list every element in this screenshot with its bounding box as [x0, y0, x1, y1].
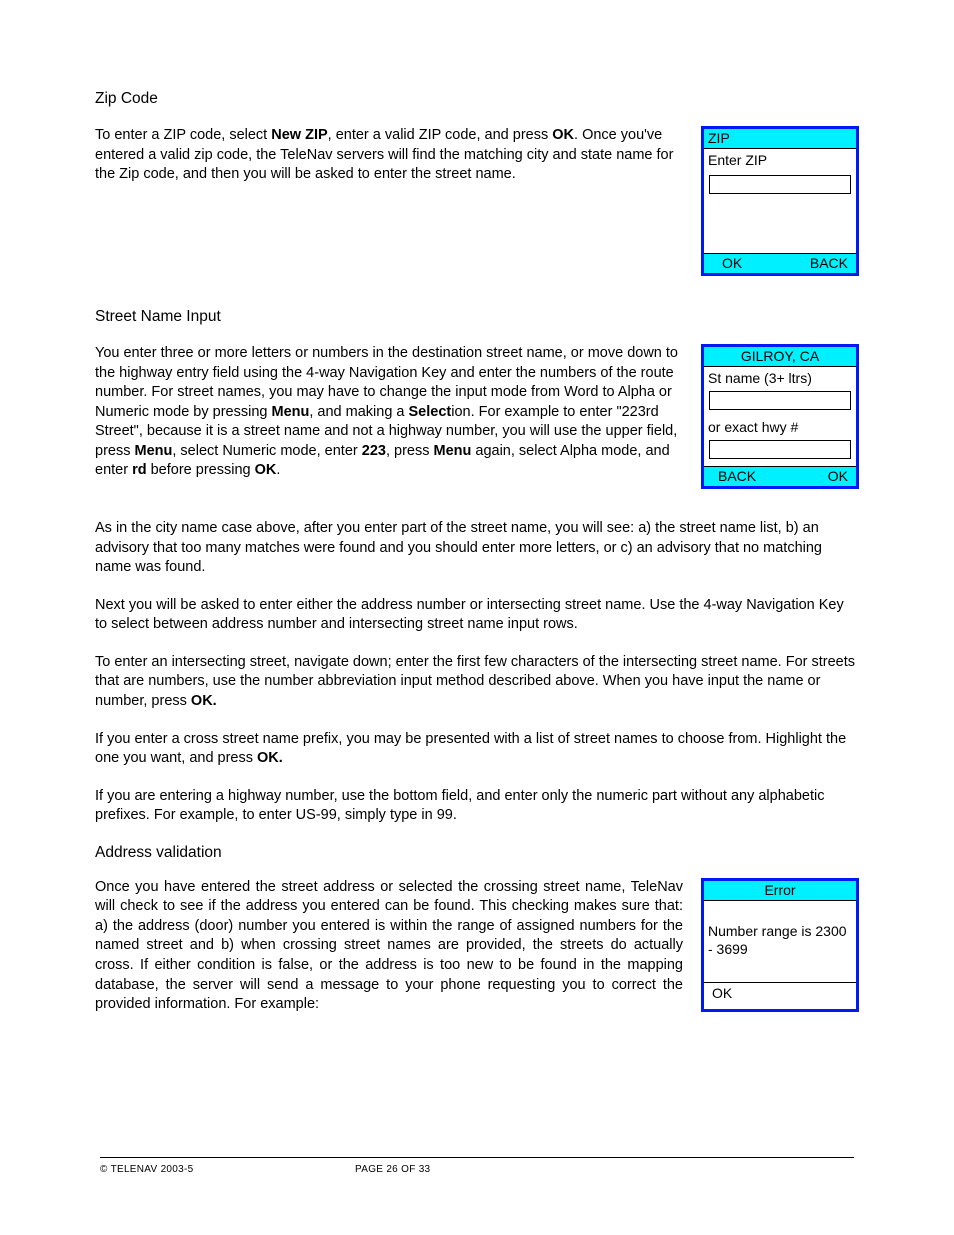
paragraph: To enter an intersecting street, navigat… — [95, 653, 859, 712]
phone-title: GILROY, CA — [704, 347, 856, 367]
phone-mock-street: GILROY, CA St name (3+ ltrs) or exact hw… — [701, 344, 859, 489]
document-page: Zip Code To enter a ZIP code, select New… — [0, 0, 954, 1235]
heading-street: Street Name Input — [95, 308, 859, 326]
phone-ok-button[interactable]: OK — [704, 982, 856, 1009]
text: , and making a — [309, 404, 408, 420]
bold: Menu — [434, 443, 472, 459]
bold: Select — [409, 404, 452, 420]
footer-page-number: PAGE 26 OF 33 — [355, 1164, 430, 1175]
bold: Menu — [272, 404, 310, 420]
phone-title: ZIP — [704, 129, 856, 149]
row-zip: To enter a ZIP code, select New ZIP, ent… — [95, 126, 859, 276]
phone-ok-button[interactable]: OK — [722, 255, 742, 271]
paragraph-street: You enter three or more letters or numbe… — [95, 344, 683, 481]
phone-label: or exact hwy # — [704, 415, 856, 439]
phone-input-hwy[interactable] — [709, 440, 851, 459]
bold: OK — [552, 127, 574, 143]
bold: New ZIP — [271, 127, 327, 143]
paragraph: Next you will be asked to enter either t… — [95, 596, 859, 635]
phone-label: St name (3+ ltrs) — [704, 367, 856, 390]
paragraph: If you are entering a highway number, us… — [95, 787, 859, 826]
page-footer: © TELENAV 2003-5 PAGE 26 OF 33 — [100, 1157, 854, 1175]
spacer — [704, 197, 856, 253]
phone-mock-error: Error Number range is 2300 - 3699 OK — [701, 878, 859, 1012]
row-street: You enter three or more letters or numbe… — [95, 344, 859, 489]
phone-error-body: Number range is 2300 - 3699 — [704, 919, 856, 960]
phone-back-button[interactable]: BACK — [718, 468, 756, 484]
phone-ok-button[interactable]: OK — [828, 468, 848, 484]
bold: OK. — [191, 693, 217, 709]
paragraph-addr: Once you have entered the street address… — [95, 878, 683, 1015]
phone-footer: OK BACK — [704, 253, 856, 273]
phone-footer: BACK OK — [704, 466, 856, 486]
phone-label: Enter ZIP — [704, 149, 856, 174]
row-addr: Once you have entered the street address… — [95, 878, 859, 1015]
footer-copyright: © TELENAV 2003-5 — [100, 1164, 355, 1175]
text: If you enter a cross street name prefix,… — [95, 731, 846, 767]
text: To enter a ZIP code, select — [95, 127, 271, 143]
paragraph-zip: To enter a ZIP code, select New ZIP, ent… — [95, 126, 683, 185]
bold: Menu — [135, 443, 173, 459]
phone-back-button[interactable]: BACK — [810, 255, 848, 271]
heading-addr: Address validation — [95, 844, 859, 862]
phone-input-stname[interactable] — [709, 391, 851, 410]
text: , enter a valid ZIP code, and press — [328, 127, 553, 143]
text: , select Numeric mode, enter — [172, 443, 361, 459]
bold: 223 — [362, 443, 386, 459]
text: . — [276, 462, 280, 478]
text: before pressing — [147, 462, 255, 478]
text: , press — [386, 443, 434, 459]
bold: OK — [255, 462, 277, 478]
bold: rd — [132, 462, 147, 478]
bold: OK. — [257, 750, 283, 766]
paragraph: If you enter a cross street name prefix,… — [95, 730, 859, 769]
phone-title: Error — [704, 881, 856, 901]
phone-input-zip[interactable] — [709, 175, 851, 194]
phone-mock-zip: ZIP Enter ZIP OK BACK — [701, 126, 859, 276]
paragraph: As in the city name case above, after yo… — [95, 519, 859, 578]
heading-zip: Zip Code — [95, 90, 859, 108]
